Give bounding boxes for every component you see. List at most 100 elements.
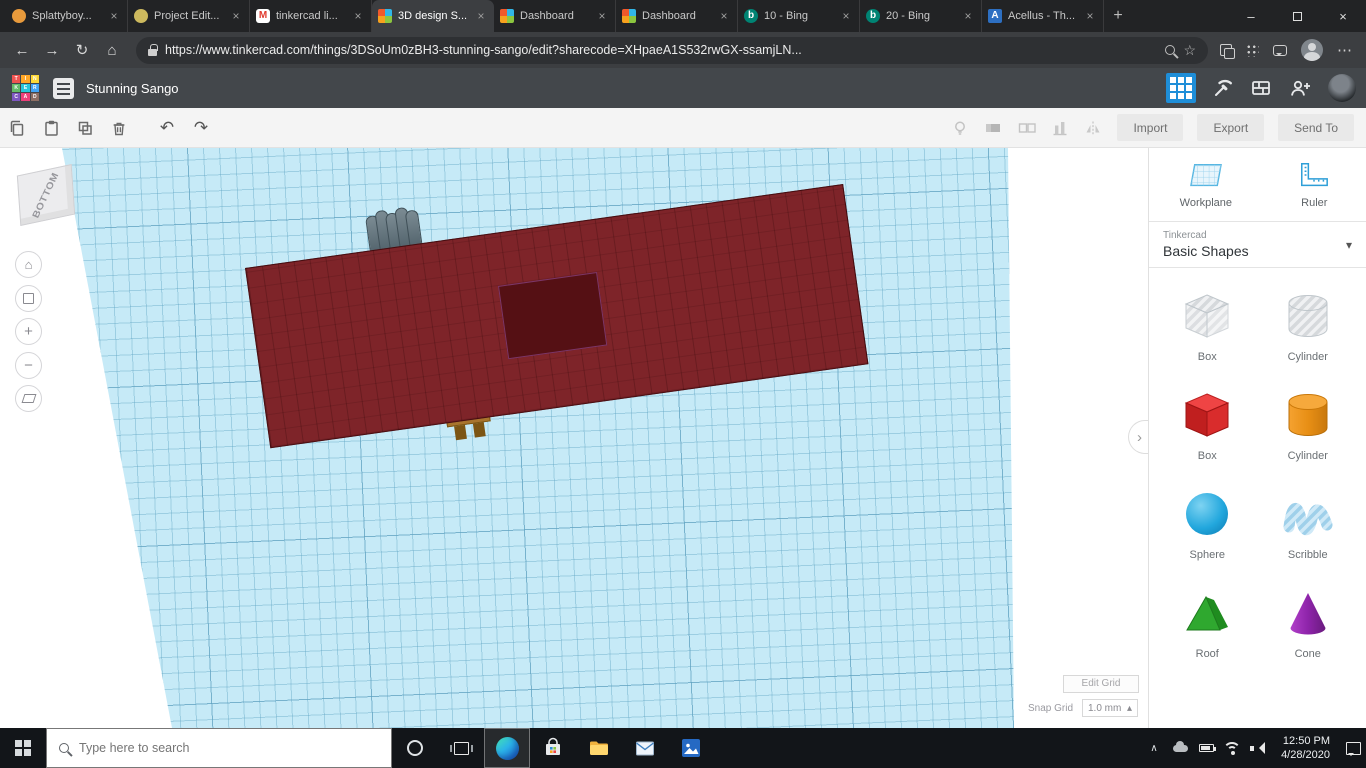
maximize-button[interactable] bbox=[1274, 0, 1320, 32]
tinker-pickaxe-icon[interactable] bbox=[1212, 77, 1234, 99]
align-button[interactable] bbox=[1051, 119, 1069, 137]
taskbar-photos-app[interactable] bbox=[668, 728, 714, 768]
tab-close-icon[interactable]: × bbox=[595, 9, 609, 23]
blocks-library-icon[interactable] bbox=[1250, 77, 1272, 99]
ungroup-button[interactable] bbox=[1017, 119, 1037, 137]
shape-box-transparent[interactable]: Box bbox=[1179, 288, 1235, 363]
url-field[interactable]: https://www.tinkercad.com/things/3DSoUm0… bbox=[136, 36, 1208, 64]
close-window-button[interactable]: × bbox=[1320, 0, 1366, 32]
search-input[interactable] bbox=[79, 741, 379, 755]
feedback-icon[interactable] bbox=[1273, 44, 1287, 56]
shape-cone[interactable]: Cone bbox=[1280, 585, 1336, 660]
design-properties-icon[interactable] bbox=[53, 77, 74, 99]
new-tab-button[interactable]: + bbox=[1104, 2, 1132, 30]
windows-logo-icon bbox=[15, 740, 31, 756]
workplane-tool[interactable]: Workplane bbox=[1180, 160, 1232, 209]
tab-close-icon[interactable]: × bbox=[961, 9, 975, 23]
action-center-button[interactable] bbox=[1340, 728, 1366, 768]
taskbar-edge-app[interactable] bbox=[484, 728, 530, 768]
shape-roof[interactable]: Roof bbox=[1179, 585, 1235, 660]
tab-close-icon[interactable]: × bbox=[474, 9, 488, 23]
battery-tray-icon[interactable] bbox=[1193, 728, 1219, 768]
refresh-button[interactable]: ↻ bbox=[68, 36, 96, 64]
browser-action-icons: ⋯ bbox=[1220, 39, 1352, 61]
design-name[interactable]: Stunning Sango bbox=[86, 81, 179, 96]
shape-box-red[interactable]: Box bbox=[1179, 387, 1235, 462]
tab-acellus[interactable]: A Acellus - Th... × bbox=[982, 0, 1104, 32]
copy-button[interactable] bbox=[0, 111, 34, 145]
3d-viewport[interactable]: BOTTOM ⌂ + − Edit Grid Snap Grid 1.0 mm … bbox=[0, 148, 1148, 728]
3d-design-view-button[interactable] bbox=[1166, 73, 1196, 103]
volume-tray-icon[interactable] bbox=[1245, 728, 1271, 768]
tab-project-edit[interactable]: Project Edit... × bbox=[128, 0, 250, 32]
slab-square-hole[interactable] bbox=[497, 272, 608, 360]
mirror-button[interactable] bbox=[1083, 119, 1103, 137]
tab-close-icon[interactable]: × bbox=[351, 9, 365, 23]
taskbar-search[interactable] bbox=[46, 728, 392, 768]
tinkercad-logo[interactable]: TIN KER CAD bbox=[12, 74, 39, 102]
taskbar-store-app[interactable] bbox=[530, 728, 576, 768]
redo-button[interactable]: ↷ bbox=[184, 118, 218, 138]
tab-dashboard-1[interactable]: Dashboard × bbox=[494, 0, 616, 32]
collections-icon[interactable] bbox=[1220, 44, 1235, 59]
zoom-out-button[interactable]: − bbox=[15, 352, 42, 379]
duplicate-button[interactable] bbox=[68, 111, 102, 145]
ruler-tool[interactable]: Ruler bbox=[1293, 160, 1335, 209]
network-tray-icon[interactable] bbox=[1219, 728, 1245, 768]
apps-grid-icon[interactable] bbox=[1246, 43, 1259, 57]
browser-profile-avatar[interactable] bbox=[1301, 39, 1323, 61]
library-brand: Tinkercad bbox=[1163, 230, 1207, 241]
perspective-toggle-button[interactable] bbox=[15, 385, 42, 412]
tab-splattyboy[interactable]: Splattyboy... × bbox=[6, 0, 128, 32]
undo-button[interactable]: ↶ bbox=[150, 118, 184, 138]
taskbar-file-explorer-app[interactable] bbox=[576, 728, 622, 768]
back-button[interactable]: ← bbox=[8, 36, 36, 64]
invite-person-icon[interactable] bbox=[1288, 77, 1312, 99]
zoom-search-icon[interactable] bbox=[1165, 45, 1176, 55]
shape-scribble[interactable]: Scribble bbox=[1280, 486, 1336, 561]
panel-collapse-handle[interactable]: › bbox=[1128, 420, 1148, 454]
zoom-in-button[interactable]: + bbox=[15, 318, 42, 345]
user-avatar[interactable] bbox=[1328, 74, 1356, 102]
tab-close-icon[interactable]: × bbox=[229, 9, 243, 23]
paste-button[interactable] bbox=[34, 111, 68, 145]
tab-bing-20[interactable]: b 20 - Bing × bbox=[860, 0, 982, 32]
taskbar-clock[interactable]: 12:50 PM 4/28/2020 bbox=[1271, 734, 1340, 762]
tab-close-icon[interactable]: × bbox=[717, 9, 731, 23]
shape-sphere[interactable]: Sphere bbox=[1179, 486, 1235, 561]
show-all-bulb-icon[interactable] bbox=[951, 119, 969, 137]
shape-library-dropdown[interactable]: Tinkercad Basic Shapes ▾ bbox=[1149, 221, 1366, 268]
export-button[interactable]: Export bbox=[1197, 114, 1265, 141]
tab-label: tinkercad li... bbox=[276, 10, 338, 22]
minimize-button[interactable]: – bbox=[1228, 0, 1274, 32]
tab-label: Project Edit... bbox=[154, 10, 220, 22]
home-view-button[interactable]: ⌂ bbox=[15, 251, 42, 278]
delete-button[interactable] bbox=[102, 111, 136, 145]
snap-grid-dropdown[interactable]: 1.0 mm ▴ bbox=[1082, 699, 1138, 717]
import-button[interactable]: Import bbox=[1117, 114, 1184, 141]
tab-close-icon[interactable]: × bbox=[107, 9, 121, 23]
tab-gmail[interactable]: M tinkercad li... × bbox=[250, 0, 372, 32]
favorite-star-icon[interactable]: ☆ bbox=[1183, 42, 1196, 59]
send-to-button[interactable]: Send To bbox=[1278, 114, 1354, 141]
tab-bing-10[interactable]: b 10 - Bing × bbox=[738, 0, 860, 32]
onedrive-tray-icon[interactable] bbox=[1167, 728, 1193, 768]
tab-dashboard-2[interactable]: Dashboard × bbox=[616, 0, 738, 32]
shape-cylinder-transparent[interactable]: Cylinder bbox=[1280, 288, 1336, 363]
home-button[interactable]: ⌂ bbox=[98, 36, 126, 64]
browser-menu-icon[interactable]: ⋯ bbox=[1337, 41, 1352, 59]
cortana-button[interactable] bbox=[392, 728, 438, 768]
edit-grid-button[interactable]: Edit Grid bbox=[1063, 675, 1139, 693]
tab-close-icon[interactable]: × bbox=[1083, 9, 1097, 23]
hidden-icons-button[interactable]: ∧ bbox=[1141, 728, 1167, 768]
taskbar-mail-app[interactable] bbox=[622, 728, 668, 768]
group-button[interactable] bbox=[983, 119, 1003, 137]
task-view-button[interactable] bbox=[438, 728, 484, 768]
fit-view-button[interactable] bbox=[15, 285, 42, 312]
shape-cylinder-orange[interactable]: Cylinder bbox=[1280, 387, 1336, 462]
forward-button[interactable]: → bbox=[38, 36, 66, 64]
view-cube[interactable]: BOTTOM bbox=[16, 163, 76, 227]
tab-close-icon[interactable]: × bbox=[839, 9, 853, 23]
start-button[interactable] bbox=[0, 728, 46, 768]
tab-3d-design-active[interactable]: 3D design S... × bbox=[372, 0, 494, 32]
